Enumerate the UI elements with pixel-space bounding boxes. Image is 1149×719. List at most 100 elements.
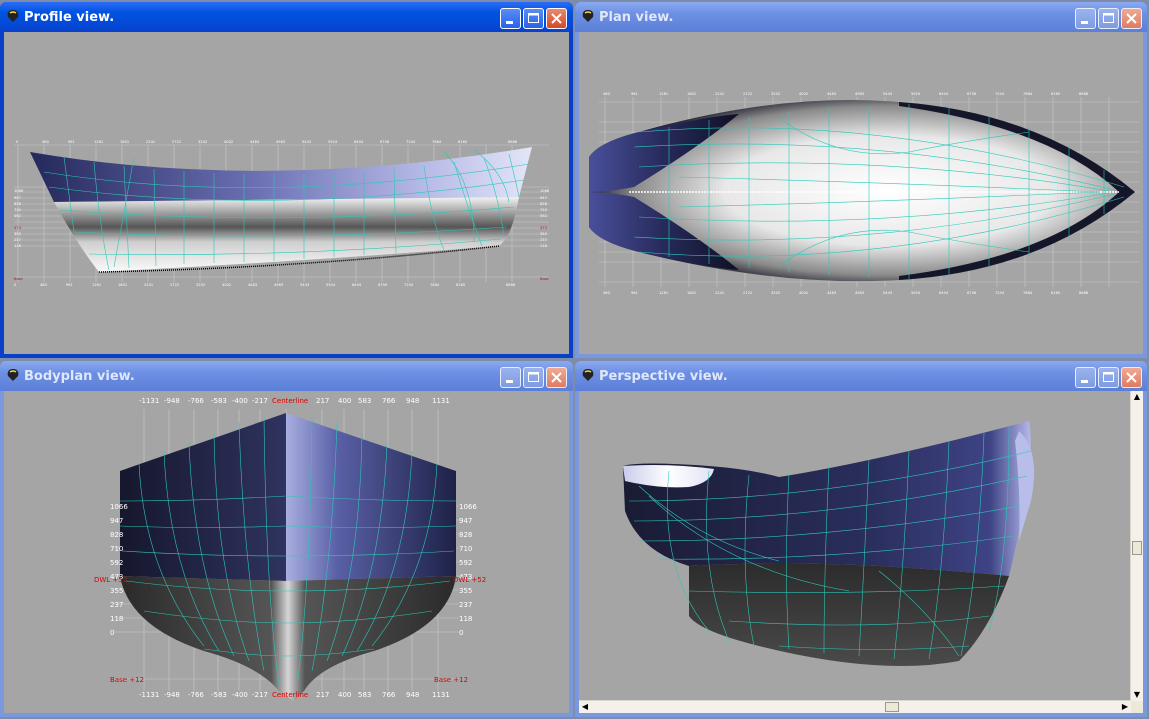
vertical-scroll-thumb[interactable] (1132, 541, 1142, 555)
bodyplan-bottom-tick: 766 (382, 691, 396, 699)
station-tick-bottom: 4963 (855, 291, 864, 295)
bodyplan-bottom-tick: 1131 (432, 691, 450, 699)
minimize-button[interactable] (500, 367, 521, 388)
station-tick: 8686 (1079, 92, 1089, 96)
bodyplan-right-tick: 355 (459, 587, 472, 595)
waterline-tick-right: 828 (540, 202, 548, 206)
maximize-button[interactable] (1098, 367, 1119, 388)
maximize-icon (528, 13, 539, 23)
station-tick-bottom: 8686 (506, 283, 516, 287)
base-label-right: Base +12 (434, 676, 468, 684)
station-tick-bottom: 5924 (911, 291, 921, 295)
vertical-scrollbar[interactable]: ▲ ▼ (1130, 391, 1143, 701)
perspective-canvas[interactable]: ▲ ▼ ◀ ▶ (579, 391, 1143, 713)
station-tick-bottom: 3202 (771, 291, 780, 295)
minimize-button[interactable] (1075, 8, 1096, 29)
scroll-left-arrow[interactable]: ◀ (579, 701, 591, 713)
plan-canvas[interactable]: 480 961 1281 1601 2241 2722 3202 4002 44… (579, 32, 1143, 354)
scroll-up-arrow[interactable]: ▲ (1131, 391, 1143, 403)
base-label-left: Base (14, 277, 24, 281)
maximize-button[interactable] (523, 367, 544, 388)
station-tick-bottom: 6404 (939, 291, 949, 295)
station-tick: 6404 (354, 140, 364, 144)
waterline-tick-left: 828 (14, 202, 22, 206)
bodyplan-right-tick: 828 (459, 531, 472, 539)
waterline-tick-left: 237 (14, 238, 21, 242)
bodyplan-bottom-tick: -1131 (139, 691, 159, 699)
bodyplan-right-tick: 947 (459, 517, 472, 525)
plan-hull-drawing: 480 961 1281 1601 2241 2722 3202 4002 44… (589, 92, 1139, 295)
bodyplan-view-titlebar[interactable]: Bodyplan view. (0, 361, 573, 391)
plan-view-titlebar[interactable]: Plan view. (575, 2, 1147, 32)
profile-canvas[interactable]: 0 480 961 1281 1601 2241 2722 3202 4002 … (4, 32, 569, 354)
app-icon (582, 10, 594, 22)
bodyplan-top-tick: 766 (382, 397, 396, 405)
profile-view-titlebar[interactable]: Profile view. (0, 2, 573, 32)
scroll-down-arrow[interactable]: ▼ (1131, 689, 1143, 701)
station-tick-bottom: 2241 (144, 283, 153, 287)
minimize-button[interactable] (500, 8, 521, 29)
station-tick: 4483 (827, 92, 836, 96)
profile-view-window[interactable]: Profile view. 0 480 961 1281 1601 2241 2… (0, 2, 573, 358)
horizontal-scrollbar[interactable]: ◀ ▶ (579, 700, 1131, 713)
station-tick: 4963 (276, 140, 285, 144)
maximize-button[interactable] (1098, 8, 1119, 29)
bodyplan-bottom-tick: 948 (406, 691, 419, 699)
bodyplan-bottom-tick: 217 (316, 691, 329, 699)
minimize-icon (506, 21, 513, 24)
bodyplan-left-tick: 355 (110, 587, 123, 595)
horizontal-scroll-thumb[interactable] (885, 702, 899, 712)
close-button[interactable] (546, 367, 567, 388)
plan-view-window[interactable]: Plan view. 480 961 1281 1601 2241 2722 3… (575, 2, 1147, 358)
app-icon (7, 10, 19, 22)
waterline-tick-left: 118 (14, 244, 22, 248)
bodyplan-top-tick: -1131 (139, 397, 159, 405)
station-tick-bottom: 0 (14, 283, 17, 287)
station-tick: 6756 (967, 92, 977, 96)
bodyplan-right-tick: 118 (459, 615, 472, 623)
waterline-tick-left: 355 (14, 232, 21, 236)
waterline-tick-right: 947 (540, 196, 547, 200)
bodyplan-right-tick: 710 (459, 545, 472, 553)
station-tick: 961 (68, 140, 75, 144)
station-tick-bottom: 1601 (118, 283, 127, 287)
close-button[interactable] (546, 8, 567, 29)
bodyplan-top-tick: -948 (164, 397, 180, 405)
close-button[interactable] (1121, 8, 1142, 29)
minimize-button[interactable] (1075, 367, 1096, 388)
station-tick-bottom: 480 (603, 291, 611, 295)
bodyplan-top-tick: -583 (211, 397, 227, 405)
maximize-icon (1103, 372, 1114, 382)
station-tick: 6404 (939, 92, 949, 96)
waterline-tick-right: 118 (540, 244, 548, 248)
station-tick: 4002 (799, 92, 808, 96)
station-tick: 7684 (1023, 92, 1033, 96)
station-tick: 2722 (172, 140, 181, 144)
bodyplan-view-window[interactable]: Bodyplan view. -1131 -948 -766 -583 -400… (0, 361, 573, 717)
station-tick-bottom: 3202 (196, 283, 205, 287)
waterline-red-right: 473 (540, 226, 547, 230)
minimize-icon (1081, 380, 1088, 383)
bodyplan-right-tick: 237 (459, 601, 472, 609)
station-tick-bottom: 5443 (883, 291, 892, 295)
waterline-tick-right: 355 (540, 232, 547, 236)
bodyplan-canvas[interactable]: -1131 -948 -766 -583 -400 -217 Centerlin… (4, 391, 569, 713)
station-tick-bottom: 4002 (799, 291, 808, 295)
bodyplan-top-tick: 400 (338, 397, 351, 405)
scroll-right-arrow[interactable]: ▶ (1119, 701, 1131, 713)
close-button[interactable] (1121, 367, 1142, 388)
perspective-view-titlebar[interactable]: Perspective view. (575, 361, 1147, 391)
bodyplan-bottom-tick: -217 (252, 691, 268, 699)
perspective-view-window[interactable]: Perspective view. ▲ ▼ ◀ ▶ (575, 361, 1147, 717)
minimize-icon (506, 380, 513, 383)
waterline-tick-right: 592 (540, 214, 547, 218)
waterline-tick-left: 947 (14, 196, 21, 200)
bodyplan-left-tick: 0 (110, 629, 114, 637)
station-tick: 0 (16, 140, 19, 144)
maximize-button[interactable] (523, 8, 544, 29)
centerline-label-bottom: Centerline (272, 691, 308, 699)
station-tick-bottom: 961 (631, 291, 638, 295)
close-icon (1126, 13, 1137, 24)
bodyplan-bottom-tick: 400 (338, 691, 351, 699)
station-tick-bottom: 8165 (1051, 291, 1060, 295)
